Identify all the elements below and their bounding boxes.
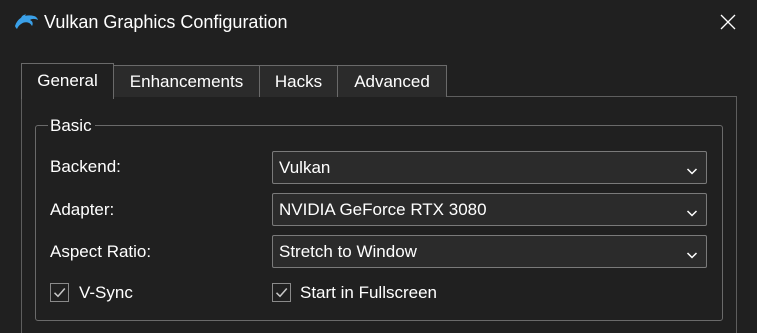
chevron-down-icon [686, 205, 698, 217]
chevron-down-icon [686, 247, 698, 259]
adapter-value: NVIDIA GeForce RTX 3080 [279, 200, 487, 219]
checkmark-icon [53, 288, 66, 298]
backend-value: Vulkan [279, 158, 331, 177]
aspect-ratio-label: Aspect Ratio: [50, 242, 152, 261]
window-title: Vulkan Graphics Configuration [44, 12, 288, 32]
tab-hacks[interactable]: Hacks [259, 65, 338, 97]
tab-advanced[interactable]: Advanced [337, 65, 447, 97]
adapter-select[interactable]: NVIDIA GeForce RTX 3080 [272, 193, 707, 226]
adapter-label: Adapter: [50, 200, 115, 219]
dolphin-icon [13, 12, 39, 32]
vsync-checkbox[interactable] [50, 283, 69, 302]
chevron-down-icon [686, 163, 698, 175]
checkmark-icon [275, 288, 288, 298]
tab-general[interactable]: General [21, 63, 114, 99]
backend-select[interactable]: Vulkan [272, 151, 707, 184]
tab-enhancements[interactable]: Enhancements [113, 65, 260, 97]
fullscreen-label[interactable]: Start in Fullscreen [300, 283, 437, 303]
fullscreen-checkbox[interactable] [272, 283, 291, 302]
vsync-label[interactable]: V-Sync [79, 283, 133, 303]
close-button[interactable] [699, 0, 757, 44]
title-bar: Vulkan Graphics Configuration [0, 0, 757, 44]
close-icon [720, 14, 736, 30]
aspect-ratio-value: Stretch to Window [279, 242, 417, 261]
basic-group-title: Basic [48, 116, 95, 136]
backend-label: Backend: [50, 157, 121, 176]
aspect-ratio-select[interactable]: Stretch to Window [272, 235, 707, 268]
graphics-config-window: Vulkan Graphics Configuration General En… [0, 0, 757, 333]
